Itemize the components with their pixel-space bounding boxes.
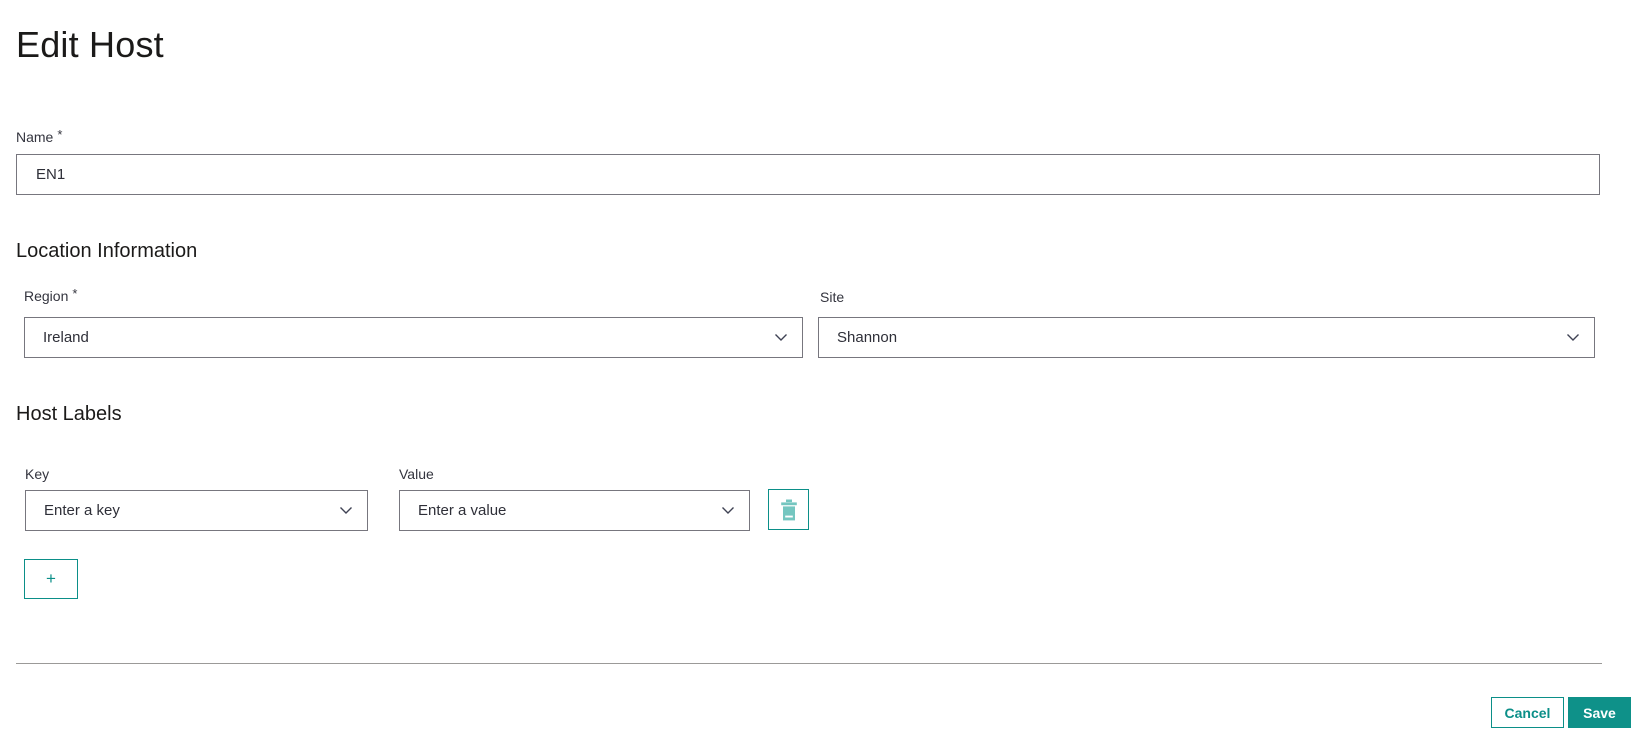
plus-icon: + — [46, 569, 56, 588]
key-dropdown[interactable]: Enter a key — [25, 490, 368, 531]
site-label: Site — [820, 289, 845, 305]
region-label-row: Region * — [24, 286, 78, 306]
cancel-button[interactable]: Cancel — [1491, 697, 1564, 728]
host-labels-heading: Host Labels — [16, 403, 122, 425]
name-label-row: Name * — [16, 127, 63, 147]
page-title: Edit Host — [16, 24, 164, 65]
value-dropdown-placeholder: Enter a value — [418, 502, 507, 519]
location-information-heading: Location Information — [16, 240, 198, 262]
region-dropdown-value: Ireland — [43, 329, 89, 346]
name-label: Name — [16, 129, 54, 145]
trash-icon — [779, 499, 799, 521]
site-label-row: Site — [820, 289, 844, 307]
key-label-row: Key — [25, 466, 49, 484]
save-button[interactable]: Save — [1568, 697, 1631, 728]
value-label: Value — [399, 466, 434, 482]
region-dropdown[interactable]: Ireland — [24, 317, 803, 358]
chevron-down-icon — [339, 506, 353, 515]
site-dropdown-value: Shannon — [837, 329, 898, 346]
value-label-row: Value — [399, 466, 434, 484]
key-label: Key — [25, 466, 50, 482]
region-required-asterisk: * — [72, 286, 78, 301]
site-dropdown[interactable]: Shannon — [818, 317, 1595, 358]
chevron-down-icon — [1566, 333, 1580, 342]
delete-label-row-button[interactable] — [768, 489, 809, 530]
footer-divider — [16, 663, 1602, 664]
chevron-down-icon — [721, 506, 735, 515]
name-required-asterisk: * — [57, 127, 63, 142]
region-label: Region — [24, 288, 69, 304]
add-label-row-button[interactable]: + — [24, 559, 78, 599]
chevron-down-icon — [774, 333, 788, 342]
key-dropdown-placeholder: Enter a key — [44, 502, 120, 519]
name-input[interactable] — [16, 154, 1600, 195]
value-dropdown[interactable]: Enter a value — [399, 490, 750, 531]
